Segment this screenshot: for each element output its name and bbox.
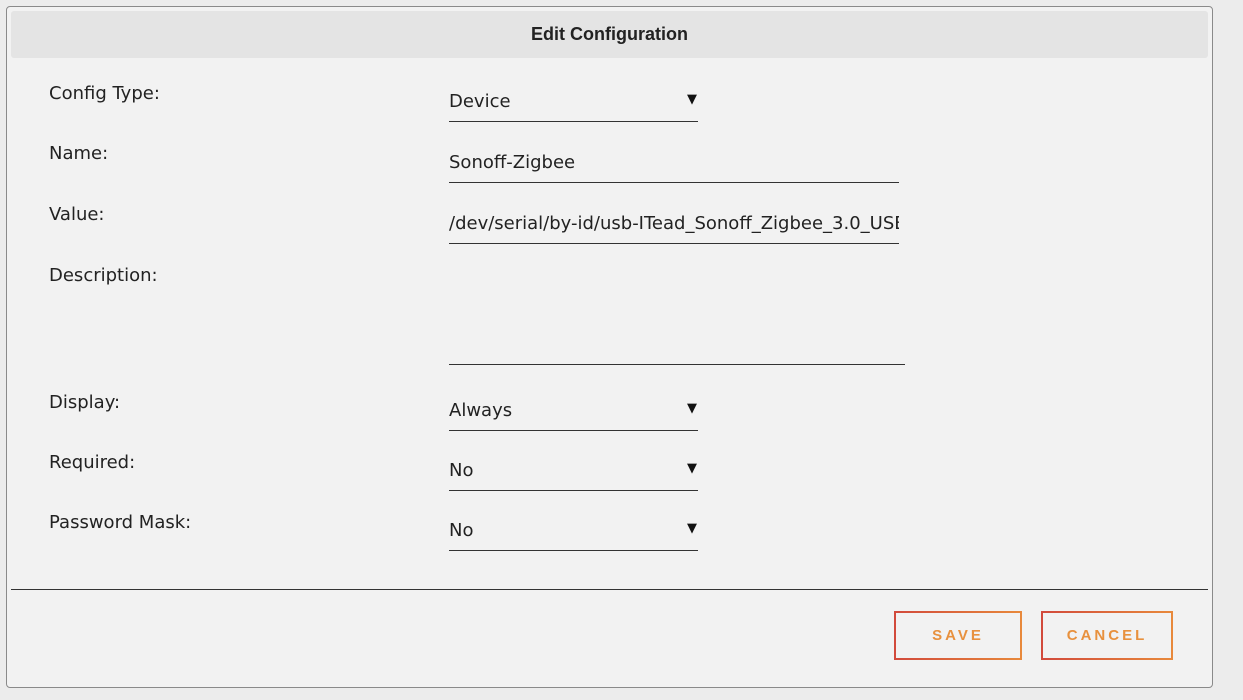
cancel-button[interactable]: CANCEL (1041, 611, 1173, 660)
value-label: Value: (49, 204, 105, 225)
required-select[interactable]: No ▼ (449, 455, 698, 491)
save-button[interactable]: SAVE (894, 611, 1022, 660)
name-label: Name: (49, 143, 109, 164)
display-label: Display: (49, 392, 121, 413)
description-textarea[interactable] (449, 267, 905, 365)
description-label: Description: (49, 265, 158, 286)
required-label: Required: (49, 452, 136, 473)
config-type-select[interactable]: Device ▼ (449, 86, 698, 122)
dialog-header: Edit Configuration (11, 11, 1208, 58)
chevron-down-icon: ▼ (687, 401, 697, 416)
config-type-label: Config Type: (49, 83, 160, 104)
name-input[interactable]: Sonoff-Zigbee (449, 147, 899, 183)
required-value: No (449, 460, 474, 481)
chevron-down-icon: ▼ (687, 521, 697, 536)
edit-configuration-dialog: Edit Configuration Config Type: Device ▼… (6, 6, 1213, 688)
password-mask-select[interactable]: No ▼ (449, 515, 698, 551)
display-value: Always (449, 400, 513, 421)
chevron-down-icon: ▼ (687, 461, 697, 476)
footer-divider (11, 589, 1208, 590)
config-type-value: Device (449, 91, 511, 112)
chevron-down-icon: ▼ (687, 92, 697, 107)
password-mask-value: No (449, 520, 474, 541)
value-input[interactable]: /dev/serial/by-id/usb-ITead_Sonoff_Zigbe… (449, 208, 899, 244)
password-mask-label: Password Mask: (49, 512, 192, 533)
display-select[interactable]: Always ▼ (449, 395, 698, 431)
dialog-title: Edit Configuration (531, 24, 688, 44)
value-value: /dev/serial/by-id/usb-ITead_Sonoff_Zigbe… (449, 213, 899, 234)
name-value: Sonoff-Zigbee (449, 152, 576, 173)
